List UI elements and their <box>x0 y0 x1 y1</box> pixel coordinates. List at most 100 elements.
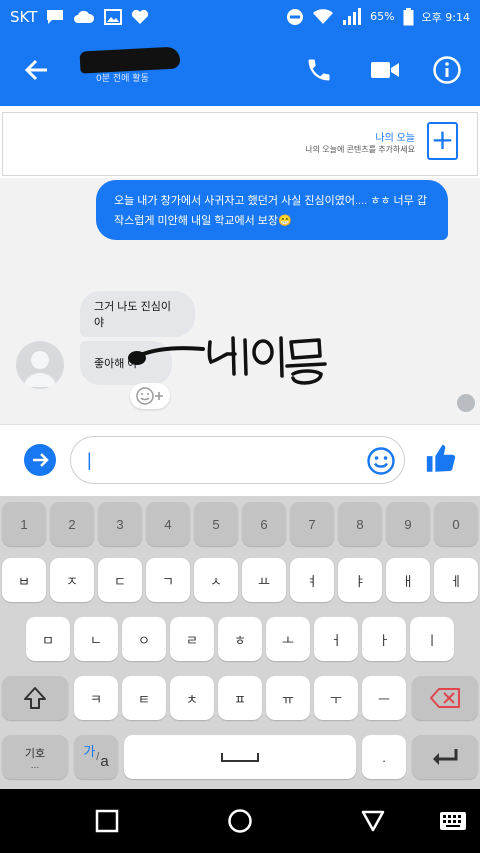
key-letter[interactable]: ㅠ <box>266 676 310 720</box>
my-day-panel[interactable]: 나의 오늘 나의 오늘에 콘텐츠를 추가하세요 + <box>2 112 478 176</box>
square-icon <box>95 809 119 833</box>
cloud-icon <box>73 9 95 25</box>
period-key[interactable]: . <box>362 735 406 779</box>
video-camera-icon <box>371 62 399 78</box>
do-not-disturb-icon <box>286 8 304 26</box>
battery-percent: 65% <box>370 10 395 23</box>
outgoing-message[interactable]: 오늘 내가 창가에서 사귀자고 했던거 사실 진심이였어.... ㅎㅎ 너무 갑… <box>96 180 448 240</box>
key-letter[interactable]: ㅕ <box>290 558 334 602</box>
backspace-key[interactable] <box>412 676 478 720</box>
key-letter[interactable]: ㄷ <box>98 558 142 602</box>
key-7[interactable]: 7 <box>290 502 334 546</box>
key-letter[interactable]: ㅔ <box>434 558 478 602</box>
key-5[interactable]: 5 <box>194 502 238 546</box>
key-letter[interactable]: ㅜ <box>314 676 358 720</box>
key-letter[interactable]: ㅂ <box>2 558 46 602</box>
emoji-button[interactable] <box>366 446 396 476</box>
key-letter[interactable]: ㅌ <box>122 676 166 720</box>
home-button[interactable] <box>226 807 254 835</box>
signal-icon <box>342 7 362 26</box>
image-icon <box>104 8 123 25</box>
recent-apps-button[interactable] <box>93 807 121 835</box>
key-6[interactable]: 6 <box>242 502 286 546</box>
person-silhouette-icon <box>24 351 56 387</box>
message-input[interactable]: | <box>70 436 405 484</box>
shift-icon <box>24 687 46 709</box>
lang-key-english: a <box>100 752 109 770</box>
symbol-key-label: 기호 <box>24 748 46 760</box>
carrier-label: SKT <box>10 7 38 26</box>
key-letter[interactable]: ㅗ <box>266 617 310 661</box>
ellipsis-icon: … <box>30 760 40 770</box>
key-letter[interactable]: ㅑ <box>338 558 382 602</box>
message-list[interactable]: 오늘 내가 창가에서 사귀자고 했던거 사실 진심이였어.... ㅎㅎ 너무 갑… <box>0 178 480 424</box>
circle-icon <box>228 809 252 833</box>
slash-icon: / <box>96 751 100 763</box>
key-letter[interactable]: ㄱ <box>146 558 190 602</box>
key-letter[interactable]: ㅍ <box>218 676 262 720</box>
call-button[interactable] <box>302 53 336 87</box>
key-letter[interactable]: ㅇ <box>122 617 166 661</box>
my-day-subtitle: 나의 오늘에 콘텐츠를 추가하세요 <box>305 145 415 154</box>
key-1[interactable]: 1 <box>2 502 46 546</box>
arrow-right-icon <box>33 453 49 467</box>
key-letter[interactable]: ㅓ <box>314 617 358 661</box>
enter-key[interactable] <box>412 735 478 779</box>
key-letter[interactable]: ㅏ <box>362 617 406 661</box>
key-letter[interactable]: ㄹ <box>170 617 214 661</box>
add-story-button[interactable]: + <box>427 122 458 160</box>
key-0[interactable]: 0 <box>434 502 478 546</box>
composer-bar: | <box>0 424 480 496</box>
android-nav-bar <box>0 789 480 853</box>
chat-header: 0분 전에 활동 <box>0 33 480 106</box>
symbol-key[interactable]: 기호 … <box>2 735 68 779</box>
key-8[interactable]: 8 <box>338 502 382 546</box>
info-icon <box>433 56 461 84</box>
info-button[interactable] <box>430 53 464 87</box>
key-letter[interactable]: ㅛ <box>242 558 286 602</box>
triangle-back-icon <box>361 810 385 832</box>
key-letter[interactable]: ㅐ <box>386 558 430 602</box>
incoming-message[interactable]: 그거 나도 진심이야 <box>80 291 195 337</box>
key-letter[interactable]: ㅣ <box>410 617 454 661</box>
key-2[interactable]: 2 <box>50 502 94 546</box>
my-day-title: 나의 오늘 <box>375 133 415 144</box>
keyboard-switch-button[interactable] <box>439 807 467 835</box>
key-3[interactable]: 3 <box>98 502 142 546</box>
key-letter[interactable]: ㅎ <box>218 617 262 661</box>
key-letter[interactable]: ㅅ <box>194 558 238 602</box>
contact-name-redacted[interactable] <box>79 46 181 74</box>
video-call-button[interactable] <box>368 53 402 87</box>
message-icon <box>46 9 64 25</box>
key-letter[interactable]: ㅈ <box>50 558 94 602</box>
thumbs-up-icon <box>426 444 456 472</box>
lang-key-korean: 가 <box>83 743 96 759</box>
key-letter[interactable]: ㅊ <box>170 676 214 720</box>
arrow-left-icon <box>24 59 47 81</box>
phone-icon <box>308 59 330 81</box>
keyboard-icon <box>440 812 466 830</box>
enter-icon <box>433 749 458 765</box>
smiley-icon <box>367 447 395 475</box>
heart-icon <box>131 9 149 25</box>
contact-avatar[interactable] <box>16 341 64 389</box>
space-key[interactable] <box>124 735 356 779</box>
shift-key[interactable] <box>2 676 68 720</box>
wifi-icon <box>312 8 334 25</box>
language-toggle-key[interactable]: 가 / a <box>74 735 118 779</box>
battery-icon <box>403 7 414 26</box>
key-letter[interactable]: ㅡ <box>362 676 406 720</box>
expand-actions-button[interactable] <box>24 444 56 476</box>
like-button[interactable] <box>424 442 458 476</box>
key-letter[interactable]: ㅁ <box>26 617 70 661</box>
status-bar: SKT 65% 오후 9:14 <box>0 0 480 33</box>
backspace-icon <box>430 688 460 708</box>
key-letter[interactable]: ㄴ <box>74 617 118 661</box>
back-button[interactable] <box>22 55 52 85</box>
key-4[interactable]: 4 <box>146 502 190 546</box>
back-nav-button[interactable] <box>359 807 387 835</box>
key-9[interactable]: 9 <box>386 502 430 546</box>
key-letter[interactable]: ㅋ <box>74 676 118 720</box>
seen-indicator-avatar <box>457 394 475 412</box>
clock: 오후 9:14 <box>421 10 470 24</box>
